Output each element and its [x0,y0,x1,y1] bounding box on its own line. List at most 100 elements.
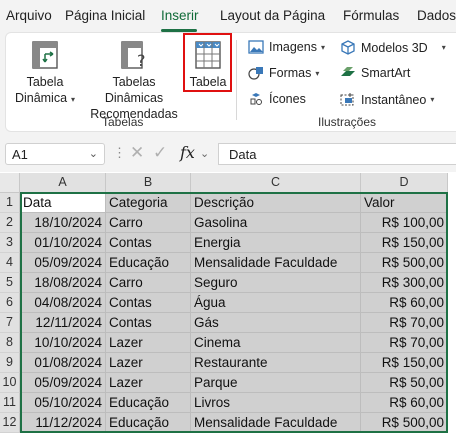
table-cell[interactable]: Energia [191,233,361,253]
table-cell[interactable]: Mensalidade Faculdade [191,253,361,273]
table-cell[interactable]: Mensalidade Faculdade [191,413,361,433]
table-cell[interactable]: Parque [191,373,361,393]
screenshot-button[interactable]: Instantâneo ▾ [340,92,434,107]
shapes-button[interactable]: Formas ▾ [248,66,319,80]
shapes-icon [248,67,263,80]
table-cell[interactable]: Contas [106,313,191,333]
table-cell[interactable]: 12/11/2024 [20,313,106,333]
header-cell[interactable]: Descrição [191,193,361,213]
row-header[interactable]: 3 [0,233,20,253]
table-cell[interactable]: Educação [106,393,191,413]
table-cell[interactable]: Contas [106,293,191,313]
table-cell[interactable]: R$ 150,00 [361,353,448,373]
row-header[interactable]: 11 [0,393,20,413]
table-cell[interactable]: Educação [106,413,191,433]
table-cell[interactable]: 18/10/2024 [20,213,106,233]
table-cell[interactable]: 01/10/2024 [20,233,106,253]
row-header[interactable]: 7 [0,313,20,333]
tab-dados[interactable]: Dados [417,8,456,23]
table-cell[interactable]: Gasolina [191,213,361,233]
more-options-icon[interactable]: ⋮ [113,145,126,161]
images-icon [248,40,264,54]
svg-text:?: ? [137,51,146,70]
images-button[interactable]: Imagens ▾ [248,40,325,54]
3d-models-label: Modelos 3D [361,40,428,55]
pivot-table-icon [32,41,58,69]
table-cell[interactable]: 05/09/2024 [20,373,106,393]
table-cell[interactable]: 05/09/2024 [20,253,106,273]
table-cell[interactable]: Carro [106,213,191,233]
tab-formulas[interactable]: Fórmulas [343,8,399,23]
table-cell[interactable]: R$ 50,00 [361,373,448,393]
table-cell[interactable]: 05/10/2024 [20,393,106,413]
column-header-d[interactable]: D [361,173,448,193]
column-header-c[interactable]: C [191,173,361,193]
table-cell[interactable]: Livros [191,393,361,413]
recommended-pivot-button[interactable]: ? Tabelas Dinâmicas Recomendadas [84,40,184,122]
tab-pagina-inicial[interactable]: Página Inicial [65,8,145,23]
smartart-icon [341,67,355,76]
table-cell[interactable]: 10/10/2024 [20,333,106,353]
icons-label: Ícones [269,92,306,106]
table-cell[interactable]: Cinema [191,333,361,353]
select-all-corner[interactable] [0,173,20,193]
column-header-a[interactable]: A [20,173,106,193]
table-cell[interactable]: Gás [191,313,361,333]
table-cell[interactable]: R$ 70,00 [361,333,448,353]
header-cell[interactable]: Valor [361,193,448,213]
table-cell[interactable]: Lazer [106,373,191,393]
confirm-icon[interactable]: ✓ [153,143,167,163]
table-cell[interactable]: Lazer [106,353,191,373]
icons-button[interactable]: Ícones [248,92,306,106]
name-box[interactable]: A1 ⌄ [5,143,105,165]
table-cell[interactable]: R$ 100,00 [361,213,448,233]
table-cell[interactable]: R$ 70,00 [361,313,448,333]
table-cell[interactable]: Contas [106,233,191,253]
table-cell[interactable]: Lazer [106,333,191,353]
table-cell[interactable]: R$ 300,00 [361,273,448,293]
cancel-icon[interactable]: ✕ [130,143,144,163]
table-cell[interactable]: 01/08/2024 [20,353,106,373]
table-cell[interactable]: 18/08/2024 [20,273,106,293]
row-header[interactable]: 12 [0,413,20,433]
chevron-down-icon[interactable]: ⌄ [89,147,98,160]
insert-function-icon[interactable]: fx [180,143,195,162]
tab-inserir[interactable]: Inserir [161,8,199,23]
table-cell[interactable]: Água [191,293,361,313]
row-header[interactable]: 1 [0,193,20,213]
row-header[interactable]: 4 [0,253,20,273]
row-header[interactable]: 6 [0,293,20,313]
table-cell[interactable]: Carro [106,273,191,293]
recommended-pivot-label-1: Tabelas Dinâmicas [104,75,164,105]
table-cell[interactable]: Restaurante [191,353,361,373]
row-header[interactable]: 2 [0,213,20,233]
table-cell[interactable]: Seguro [191,273,361,293]
table-cell[interactable]: 11/12/2024 [20,413,106,433]
formula-input[interactable]: Data [218,143,456,165]
table-cell[interactable]: R$ 60,00 [361,393,448,413]
table-cell[interactable]: 04/08/2024 [20,293,106,313]
name-box-value: A1 [12,147,28,162]
pivot-table-button[interactable]: Tabela Dinâmica ▾ [12,40,78,108]
tab-arquivo[interactable]: Arquivo [6,8,52,23]
screenshot-label: Instantâneo [361,92,427,107]
row-header[interactable]: 5 [0,273,20,293]
table-cell[interactable]: R$ 500,00 [361,413,448,433]
row-header[interactable]: 8 [0,333,20,353]
table-cell[interactable]: Educação [106,253,191,273]
table-cell[interactable]: R$ 150,00 [361,233,448,253]
table-button-highlight [183,33,232,92]
row-header[interactable]: 9 [0,353,20,373]
pivot-table-label-2: Dinâmica ▾ [14,91,76,105]
header-cell[interactable]: Categoria [106,193,191,213]
table-cell[interactable]: R$ 60,00 [361,293,448,313]
row-header[interactable]: 10 [0,373,20,393]
column-header-b[interactable]: B [106,173,191,193]
screenshot-icon [340,93,354,106]
tab-layout-pagina[interactable]: Layout da Página [220,8,325,23]
table-cell[interactable]: R$ 500,00 [361,253,448,273]
smartart-button[interactable]: SmartArt [340,66,410,80]
3d-models-button[interactable]: Modelos 3D ▾ [340,40,446,55]
header-cell[interactable]: Data [20,193,106,213]
function-chevron-icon[interactable]: ⌄ [200,147,209,160]
